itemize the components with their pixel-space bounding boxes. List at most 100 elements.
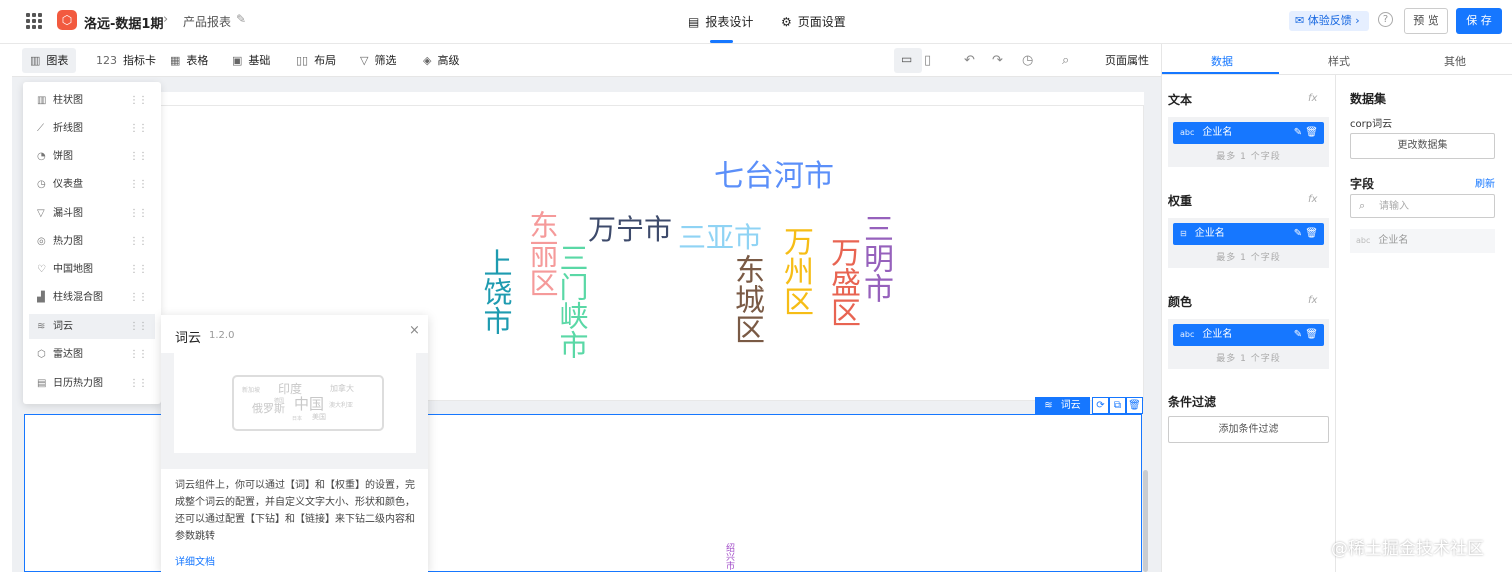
page-properties-button[interactable]: 页面属性 xyxy=(1105,44,1149,77)
fx-icon[interactable]: fx xyxy=(1308,93,1317,104)
word-cloud-word[interactable]: 上饶市 xyxy=(479,248,513,335)
field-name: 企业名 xyxy=(1378,235,1409,246)
tab-style[interactable]: 样式 xyxy=(1328,53,1350,69)
history-icon[interactable]: ◷ xyxy=(1022,53,1033,68)
toolbar-filter[interactable]: ▽ 筛选 xyxy=(360,44,396,77)
field-chip[interactable]: abc 企业名 ✎ 🗑 xyxy=(1173,324,1324,346)
edit-delete-icons[interactable]: ✎ 🗑 xyxy=(1294,324,1318,346)
menu-item-heatmap[interactable]: ◎ 热力图 ⋮⋮ xyxy=(29,229,155,254)
word-cloud-word[interactable]: 万宁市 xyxy=(588,216,672,244)
gauge-icon: ◷ xyxy=(37,179,46,190)
menu-item-label: 饼图 xyxy=(53,151,73,162)
toolbar-advanced[interactable]: ◈ 高级 xyxy=(423,44,459,77)
add-filter-button[interactable]: 添加条件过滤 xyxy=(1168,416,1329,443)
drag-handle-icon[interactable]: ⋮⋮ xyxy=(129,257,148,282)
save-button[interactable]: 保 存 xyxy=(1456,8,1502,34)
menu-item-calendar-heatmap[interactable]: ▤ 日历热力图 ⋮⋮ xyxy=(29,371,155,396)
drag-handle-icon[interactable]: ⋮⋮ xyxy=(129,116,148,141)
report-name: 产品报表 xyxy=(183,15,232,29)
word-cloud-word[interactable]: 三明市 xyxy=(858,213,893,303)
tab-other[interactable]: 其他 xyxy=(1444,53,1466,69)
word-cloud-word[interactable]: 七台河市 xyxy=(714,162,834,192)
desktop-view-button[interactable]: ▭ xyxy=(894,48,922,73)
edit-icon[interactable]: ✎ xyxy=(236,12,246,26)
preview-word: 澳大利亚 xyxy=(329,402,354,409)
drag-handle-icon[interactable]: ⋮⋮ xyxy=(129,371,148,396)
gear-icon: ⚙ xyxy=(781,15,792,29)
doc-link[interactable]: 详细文档 xyxy=(175,553,215,568)
field-search[interactable]: ⌕ xyxy=(1350,194,1495,218)
tab-data[interactable]: 数据 xyxy=(1211,53,1233,69)
toolbar-layout[interactable]: ▯▯ 布局 xyxy=(296,44,336,77)
active-tab-indicator xyxy=(710,40,733,43)
field-slot-text[interactable]: abc 企业名 ✎ 🗑 最多 1 个字段 xyxy=(1168,117,1329,167)
drag-handle-icon[interactable]: ⋮⋮ xyxy=(129,144,148,169)
selected-component-tag[interactable]: ≋ 词云 xyxy=(1035,397,1090,414)
drag-handle-icon[interactable]: ⋮⋮ xyxy=(129,342,148,367)
fx-icon[interactable]: fx xyxy=(1308,295,1317,306)
word-cloud-word[interactable]: 万州区 xyxy=(778,226,813,316)
drag-handle-icon[interactable]: ⋮⋮ xyxy=(129,285,148,310)
toolbar-basic[interactable]: ▣ 基础 xyxy=(232,44,270,77)
drag-handle-icon[interactable]: ⋮⋮ xyxy=(129,314,148,339)
menu-item-line-chart[interactable]: ⟋ 折线图 ⋮⋮ xyxy=(29,116,155,141)
feedback-icon: ✉ xyxy=(1295,14,1305,27)
fx-icon[interactable]: fx xyxy=(1308,194,1317,205)
word-cloud-word[interactable]: 三门峡市 xyxy=(555,243,589,359)
help-icon[interactable]: ? xyxy=(1378,12,1393,27)
drag-handle-icon[interactable]: ⋮⋮ xyxy=(129,229,148,254)
word-cloud-word[interactable]: 东城区 xyxy=(729,254,764,344)
preview-word: 俄罗斯 xyxy=(252,402,285,415)
close-icon[interactable]: × xyxy=(409,323,420,338)
search-icon[interactable]: ⌕ xyxy=(1062,53,1069,68)
word-cloud-icon: ≋ xyxy=(1044,400,1053,411)
preview-button[interactable]: 预 览 xyxy=(1404,8,1448,34)
edit-delete-icons[interactable]: ✎ 🗑 xyxy=(1294,223,1318,245)
menu-item-word-cloud[interactable]: ≋ 词云 ⋮⋮ xyxy=(29,314,155,339)
field-chip[interactable]: abc 企业名 ✎ 🗑 xyxy=(1173,122,1324,144)
undo-icon[interactable]: ↶ xyxy=(964,53,975,68)
toolbar-chart[interactable]: ▥ 图表 xyxy=(22,48,77,73)
drag-handle-icon[interactable]: ⋮⋮ xyxy=(129,201,148,226)
toolbar-label: 布局 xyxy=(314,54,337,67)
drag-handle-icon[interactable]: ⋮⋮ xyxy=(129,172,148,197)
field-slot-color[interactable]: abc 企业名 ✎ 🗑 最多 1 个字段 xyxy=(1168,319,1329,369)
project-name[interactable]: 洛远-数据1期 xyxy=(84,13,163,32)
word-cloud-word[interactable]: 东丽区 xyxy=(525,210,559,297)
menu-item-pie-chart[interactable]: ◔ 饼图 ⋮⋮ xyxy=(29,144,155,169)
menu-item-gauge[interactable]: ◷ 仪表盘 ⋮⋮ xyxy=(29,172,155,197)
feedback-button[interactable]: ✉ 体验反馈 › xyxy=(1289,11,1369,31)
copy-icon[interactable]: ⧉ xyxy=(1109,397,1126,414)
apps-grid-icon[interactable] xyxy=(26,13,42,29)
field-list-item[interactable]: abc 企业名 xyxy=(1350,229,1495,253)
menu-item-funnel[interactable]: ▽ 漏斗图 ⋮⋮ xyxy=(29,201,155,226)
word-cloud-word[interactable]: 绍兴市 xyxy=(723,543,736,570)
menu-item-bar-chart[interactable]: ▥ 柱状图 ⋮⋮ xyxy=(29,88,155,113)
toolbar-metric-card[interactable]: 123 指标卡 xyxy=(96,44,156,77)
change-dataset-button[interactable]: 更改数据集 xyxy=(1350,133,1495,159)
redo-icon[interactable]: ↷ xyxy=(992,53,1003,68)
tab-page-settings[interactable]: ⚙ 页面设置 xyxy=(781,13,846,30)
menu-item-bar-line-combo[interactable]: ▟ 柱线混合图 ⋮⋮ xyxy=(29,285,155,310)
section-title-color: 颜色 xyxy=(1168,295,1193,309)
field-type: abc xyxy=(1356,236,1371,245)
mobile-icon[interactable]: ▯ xyxy=(924,53,931,68)
field-chip[interactable]: ⊟ 企业名 ✎ 🗑 xyxy=(1173,223,1324,245)
field-search-input[interactable] xyxy=(1379,198,1489,214)
menu-item-china-map[interactable]: ♡ 中国地图 ⋮⋮ xyxy=(29,257,155,282)
drag-handle-icon[interactable]: ⋮⋮ xyxy=(129,88,148,113)
word-cloud-word[interactable]: 三亚市 xyxy=(678,224,762,252)
project-logo-icon: ⬡ xyxy=(57,10,77,30)
menu-item-radar[interactable]: ⬡ 雷达图 ⋮⋮ xyxy=(29,342,155,367)
delete-icon[interactable]: 🗑 xyxy=(1126,397,1143,414)
top-bar: ⬡ 洛远-数据1期 › 产品报表 ✎ ▤ 报表设计 ⚙ 页面设置 ✉ 体验反馈 › … xyxy=(0,0,1512,44)
refresh-icon[interactable]: ⟳ xyxy=(1092,397,1109,414)
tab-report-design[interactable]: ▤ 报表设计 xyxy=(688,13,753,30)
section-title-filter: 条件过滤 xyxy=(1168,395,1217,409)
canvas-scrollbar[interactable] xyxy=(1143,470,1148,572)
word-cloud-word[interactable]: 万盛区 xyxy=(825,237,860,327)
refresh-link[interactable]: 刷新 xyxy=(1475,175,1495,190)
toolbar-table[interactable]: ▦ 表格 xyxy=(170,44,208,77)
edit-delete-icons[interactable]: ✎ 🗑 xyxy=(1294,122,1318,144)
field-slot-weight[interactable]: ⊟ 企业名 ✎ 🗑 最多 1 个字段 xyxy=(1168,218,1329,268)
